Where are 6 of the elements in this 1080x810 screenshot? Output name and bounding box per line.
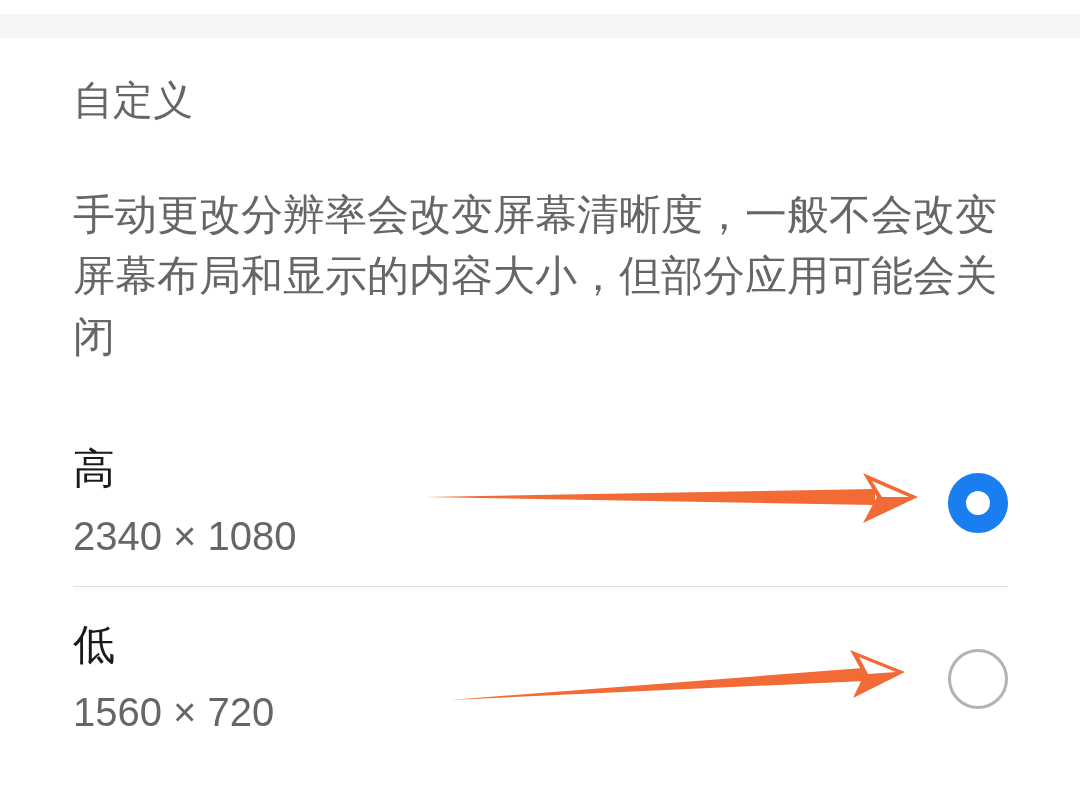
description-text: 手动更改分辨率会改变屏幕清晰度，一般不会改变屏幕布局和显示的内容大小，但部分应用可能会关闭: [73, 189, 998, 363]
resolution-text: 2340 × 1080: [73, 513, 297, 560]
resolution-text: 1560 × 720: [73, 689, 275, 736]
option-label: 高: [73, 444, 115, 494]
option-label: 低: [73, 620, 115, 670]
section-title: 自定义: [73, 76, 193, 124]
